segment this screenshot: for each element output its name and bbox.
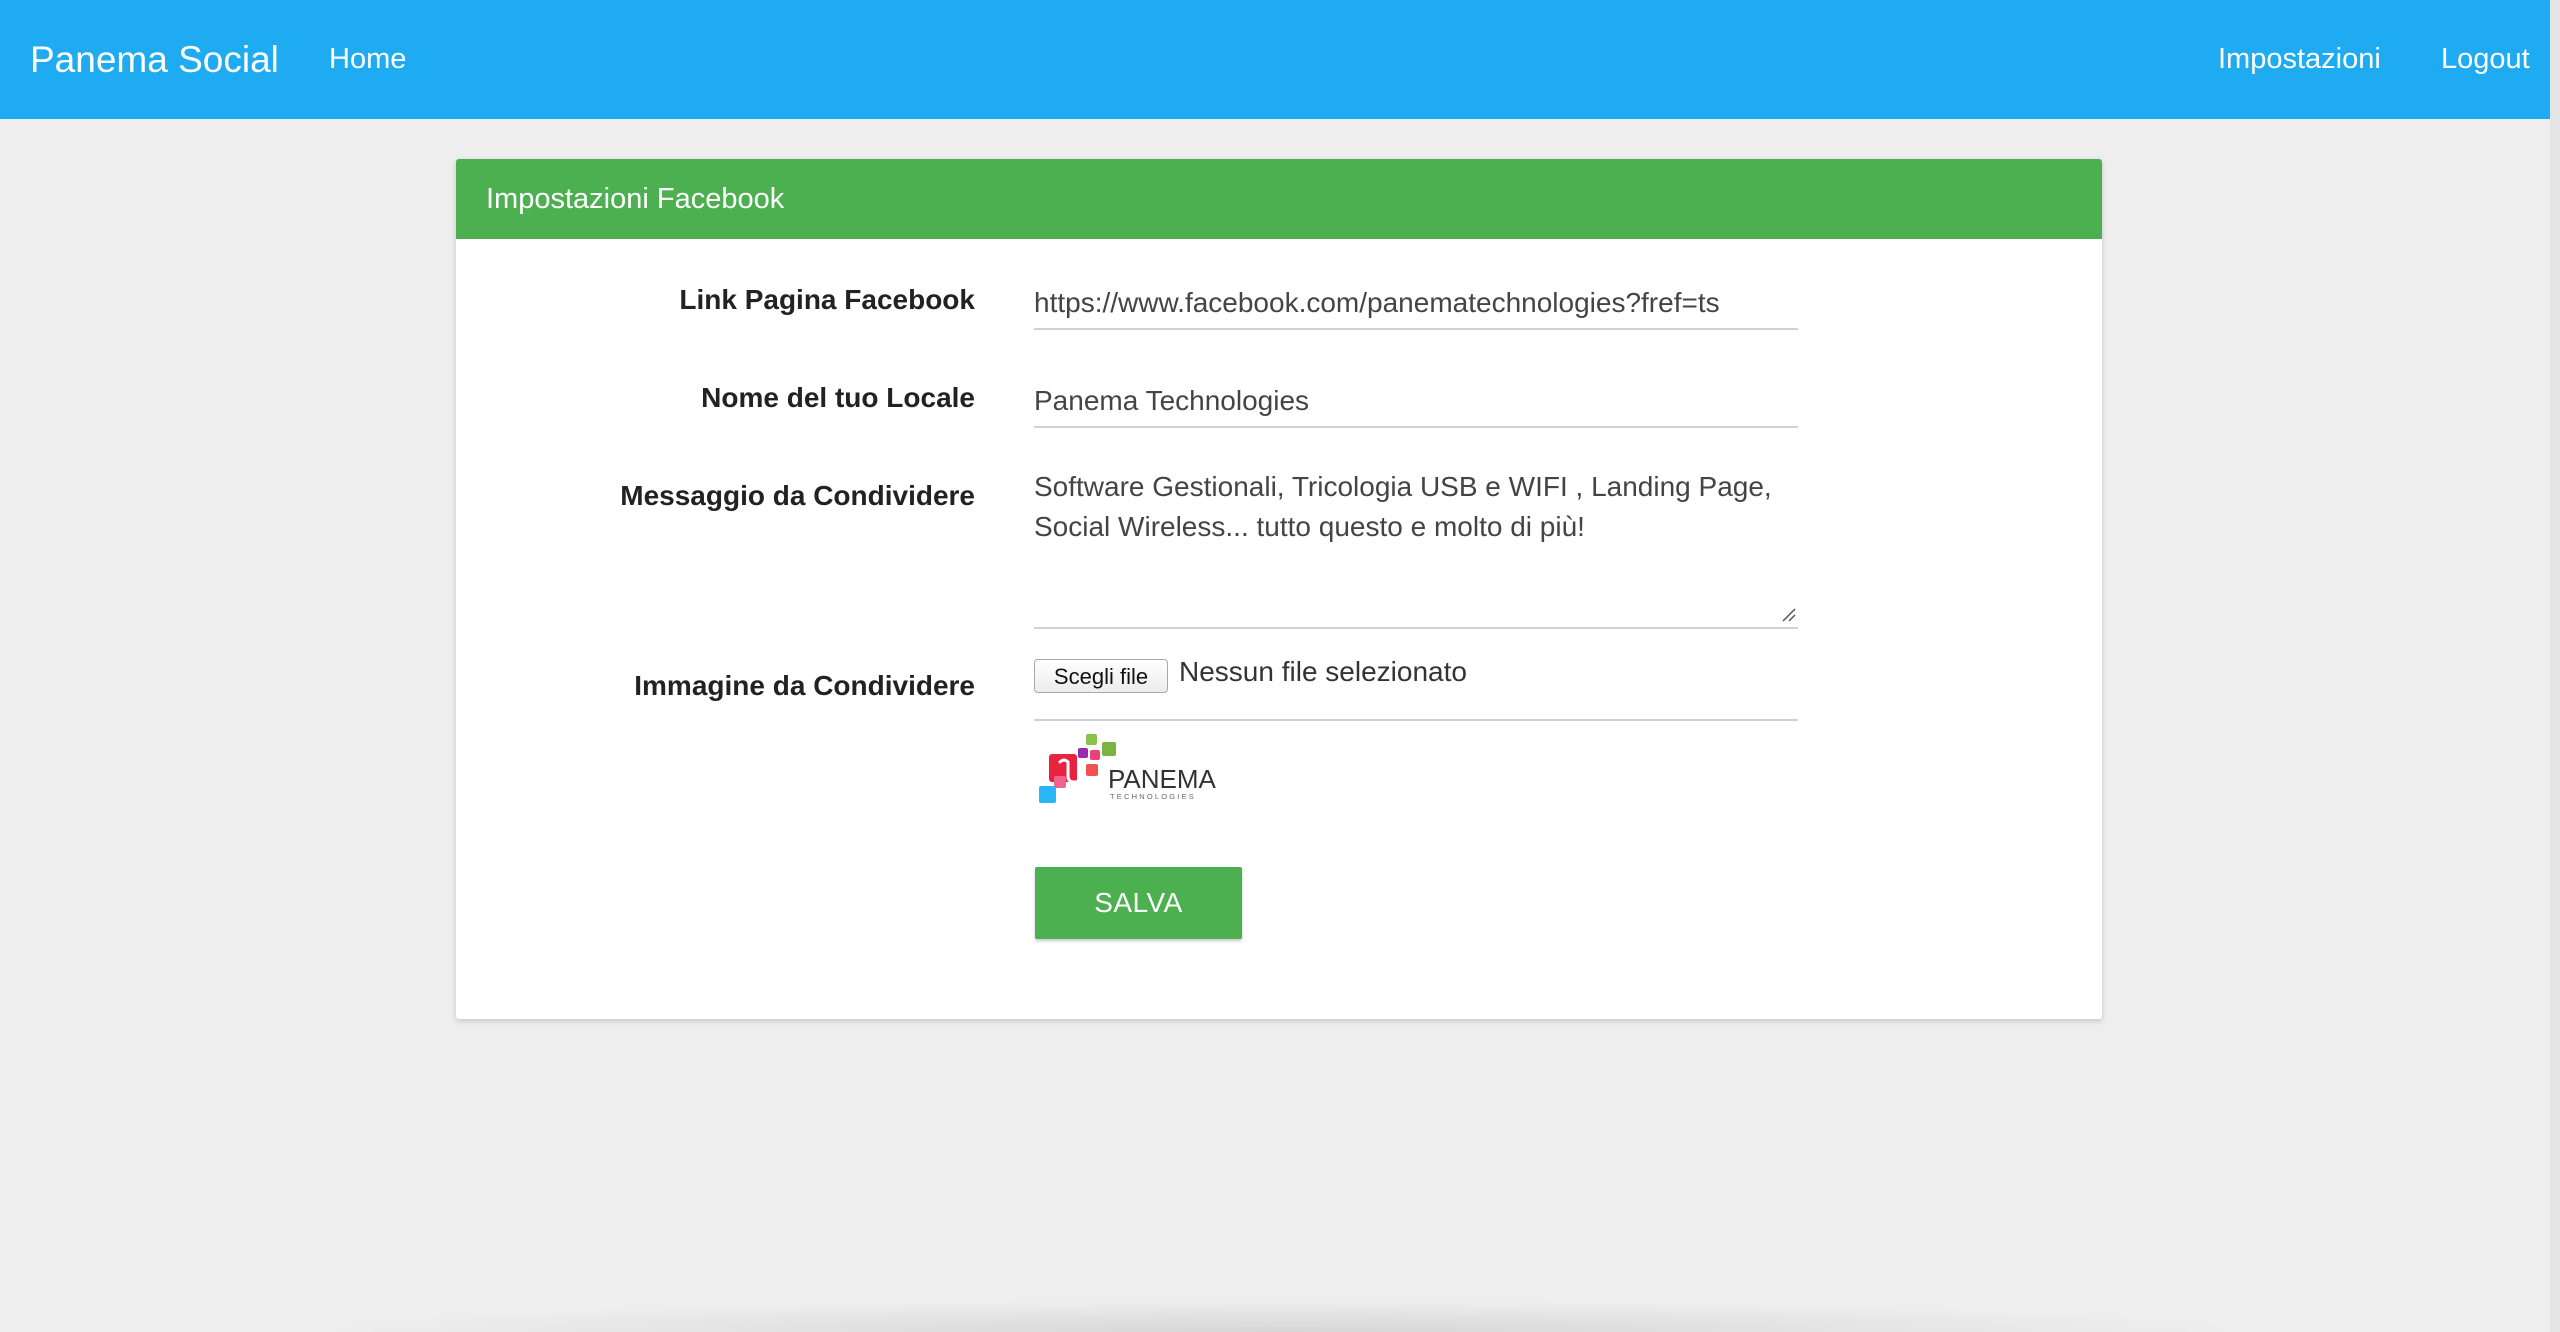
image-label: Immagine da Condividere xyxy=(634,670,975,701)
venue-name-input[interactable] xyxy=(1034,376,1798,428)
facebook-link-label-wrap: Link Pagina Facebook xyxy=(456,284,975,324)
panema-logo-preview: PANEMA TECHNOLOGIES xyxy=(1039,734,1217,803)
image-label-wrap: Immagine da Condividere xyxy=(456,670,975,710)
brand-link[interactable]: Panema Social xyxy=(30,0,279,119)
choose-file-button[interactable]: Scegli file xyxy=(1034,659,1168,693)
top-navbar: Panema Social Home Impostazioni Logout xyxy=(0,0,2560,119)
message-label: Messaggio da Condividere xyxy=(620,480,975,511)
panel-heading: Impostazioni Facebook xyxy=(456,159,2102,239)
venue-name-label: Nome del tuo Locale xyxy=(701,382,975,413)
facebook-settings-panel: Impostazioni Facebook Link Pagina Facebo… xyxy=(456,159,2102,1019)
nav-settings-link[interactable]: Impostazioni xyxy=(2218,0,2381,119)
facebook-link-label: Link Pagina Facebook xyxy=(679,284,975,315)
message-textarea[interactable]: Software Gestionali, Tricologia USB e WI… xyxy=(1034,463,1798,629)
file-status-text: Nessun file selezionato xyxy=(1179,656,1467,687)
resize-grip-icon[interactable] xyxy=(1780,606,1796,622)
save-button[interactable]: SALVA xyxy=(1035,867,1242,939)
venue-name-label-wrap: Nome del tuo Locale xyxy=(456,382,975,422)
nav-logout-link[interactable]: Logout xyxy=(2441,0,2530,119)
page-scrollbar[interactable] xyxy=(2550,0,2560,1332)
image-file-field: Scegli file Nessun file selezionato xyxy=(1034,656,1798,721)
nav-home-link[interactable]: Home xyxy=(329,0,406,119)
message-label-wrap: Messaggio da Condividere xyxy=(456,480,975,520)
facebook-link-input[interactable] xyxy=(1034,278,1798,330)
panel-title: Impostazioni Facebook xyxy=(486,183,785,215)
logo-tagline-text: TECHNOLOGIES xyxy=(1110,792,1196,801)
logo-brand-text: PANEMA xyxy=(1108,764,1217,794)
bottom-shadow xyxy=(300,1300,2260,1332)
